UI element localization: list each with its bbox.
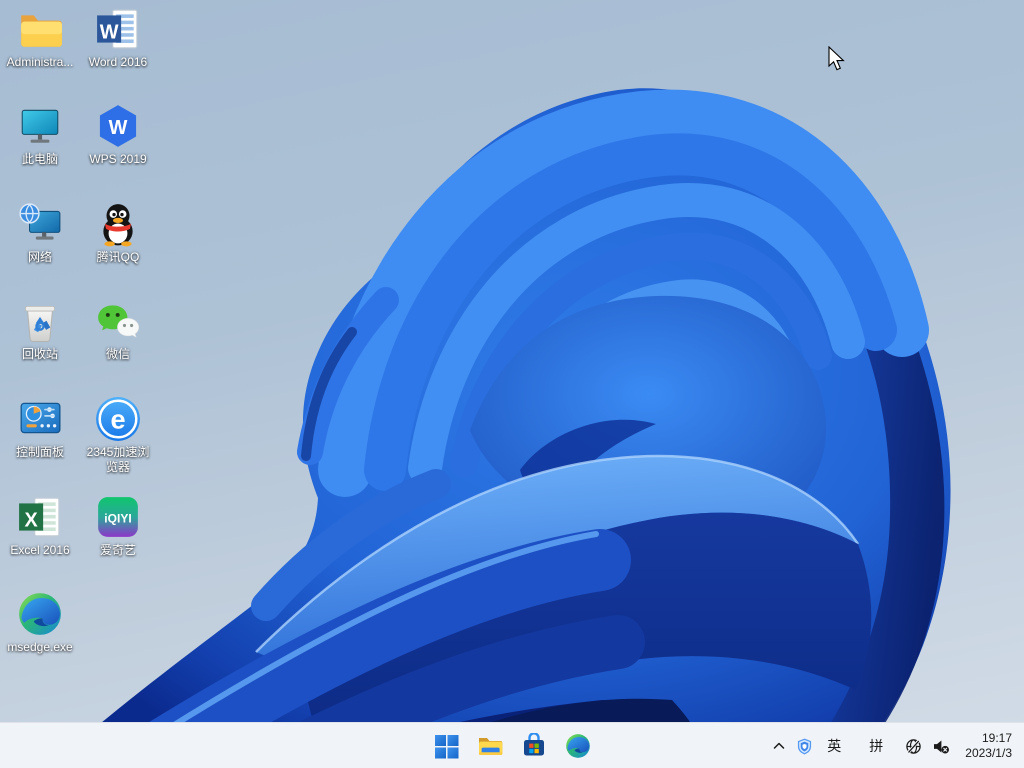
wps-hexagon-icon: W: [95, 103, 141, 149]
edge-icon: [17, 591, 63, 637]
recycle-bin-icon: [17, 298, 63, 344]
2345-browser-e-icon: e: [95, 396, 141, 442]
desktop: Administra... 此电脑: [0, 0, 1024, 768]
desktop-icon-excel[interactable]: X Excel 2016: [1, 494, 79, 588]
svg-text:W: W: [109, 117, 128, 139]
icon-label: 微信: [106, 347, 130, 362]
icon-label: 回收站: [22, 347, 58, 362]
desktop-icon-word[interactable]: W Word 2016: [79, 6, 157, 100]
edge-button[interactable]: [561, 726, 595, 766]
shield-icon: [796, 738, 813, 755]
control-panel-icon: [17, 396, 63, 442]
desktop-icon-wps[interactable]: W WPS 2019: [79, 103, 157, 197]
icon-label: Word 2016: [89, 55, 147, 70]
icon-label: 控制面板: [16, 445, 64, 460]
icon-label: 爱奇艺: [100, 543, 136, 558]
desktop-icon-administrator[interactable]: Administra...: [1, 6, 79, 100]
start-button[interactable]: [429, 726, 463, 766]
taskbar-clock[interactable]: 19:17 2023/1/3: [959, 731, 1018, 761]
desktop-icon-iqiyi[interactable]: iQIYI 爱奇艺: [79, 494, 157, 588]
desktop-icon-this-pc[interactable]: 此电脑: [1, 103, 79, 197]
taskbar-center-buttons: [429, 723, 595, 768]
icon-label: 腾讯QQ: [97, 250, 140, 265]
wechat-bubbles-icon: [95, 298, 141, 344]
clock-time: 19:17: [965, 731, 1012, 746]
desktop-icon-recycle-bin[interactable]: 回收站: [1, 298, 79, 392]
icon-label: 此电脑: [22, 152, 58, 167]
svg-text:e: e: [110, 403, 125, 434]
desktop-icon-control-panel[interactable]: 控制面板: [1, 396, 79, 490]
svg-text:W: W: [100, 21, 119, 43]
tray-volume-button[interactable]: [927, 729, 955, 763]
clock-date: 2023/1/3: [965, 746, 1012, 761]
globe-no-internet-icon: [905, 738, 922, 755]
desktop-icon-wechat[interactable]: 微信: [79, 298, 157, 392]
ime-mode-button[interactable]: 拼: [860, 729, 892, 763]
tray-security-shield[interactable]: [791, 729, 818, 763]
excel-icon: X: [17, 494, 63, 540]
tray-network-button[interactable]: [900, 729, 927, 763]
chevron-up-icon: [772, 740, 786, 752]
qq-penguin-icon: [95, 201, 141, 247]
store-bag-icon: [521, 733, 547, 759]
svg-text:X: X: [24, 509, 38, 531]
taskbar: 英 拼 19:17 2023/1/3: [0, 722, 1024, 768]
word-icon: W: [95, 6, 141, 52]
edge-swirl-icon: [565, 733, 591, 759]
network-monitor-icon: [17, 201, 63, 247]
tray-chevron-button[interactable]: [767, 729, 791, 763]
windows-logo-icon: [434, 734, 459, 759]
ime-language-button[interactable]: 英: [818, 729, 850, 763]
desktop-icon-2345-browser[interactable]: e 2345加速浏览器: [79, 396, 157, 490]
microsoft-store-button[interactable]: [517, 726, 551, 766]
folder-icon: [17, 6, 63, 52]
svg-text:iQIYI: iQIYI: [104, 512, 131, 526]
icon-label: WPS 2019: [89, 152, 146, 167]
monitor-icon: [17, 103, 63, 149]
desktop-icon-network[interactable]: 网络: [1, 201, 79, 295]
folder-icon: [477, 733, 503, 759]
speaker-muted-icon: [932, 738, 950, 755]
icon-label: msedge.exe: [7, 640, 72, 655]
icon-label: 网络: [28, 250, 52, 265]
system-tray: 英 拼 19:17 2023/1/3: [767, 723, 1018, 768]
icon-label: 2345加速浏览器: [81, 445, 155, 475]
icon-label: Excel 2016: [10, 543, 69, 558]
desktop-icon-msedge[interactable]: msedge.exe: [1, 591, 79, 685]
file-explorer-button[interactable]: [473, 726, 507, 766]
desktop-icon-qq[interactable]: 腾讯QQ: [79, 201, 157, 295]
icon-label: Administra...: [7, 55, 74, 70]
iqiyi-icon: iQIYI: [95, 494, 141, 540]
